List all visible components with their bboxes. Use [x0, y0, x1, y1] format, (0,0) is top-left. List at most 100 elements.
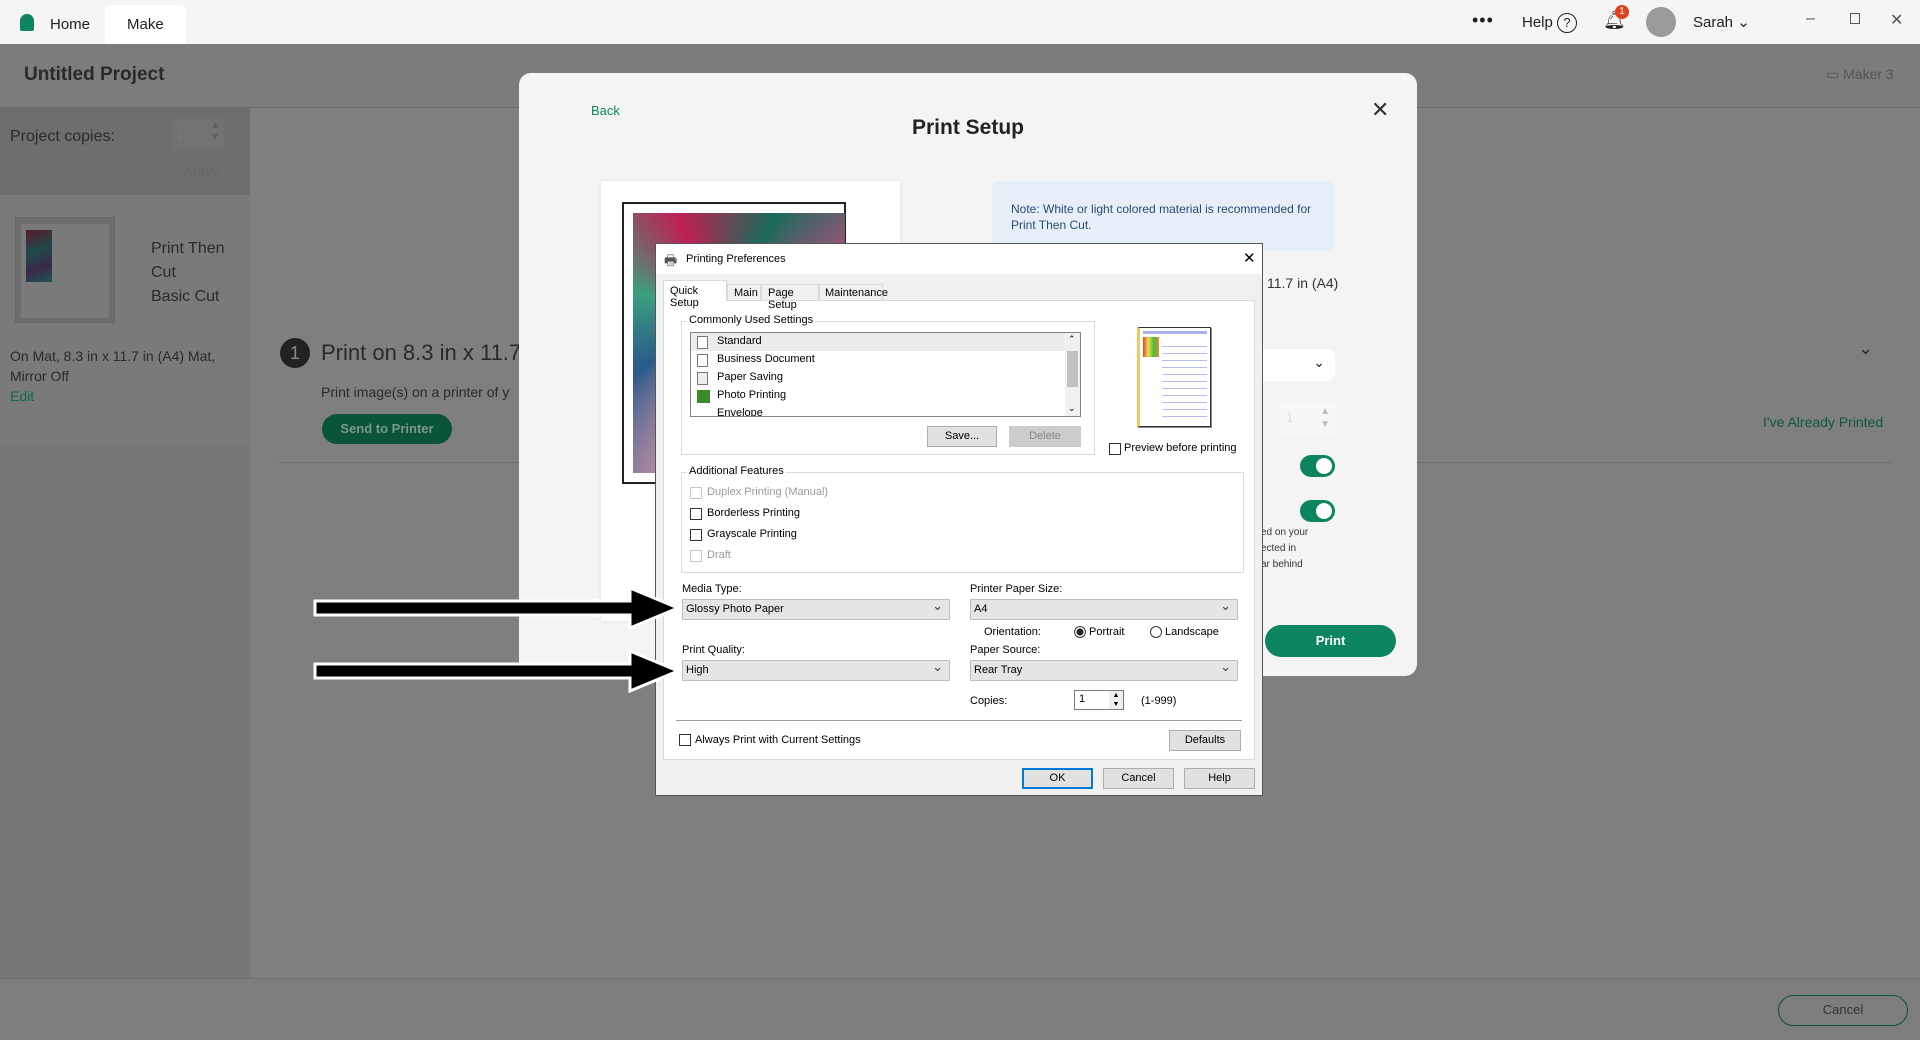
tab-page-setup[interactable]: Page Setup: [761, 284, 819, 311]
description-line: ed on your: [1261, 527, 1309, 538]
grayscale-checkbox[interactable]: [690, 529, 702, 541]
copies-stepper[interactable]: 1 ▲ ▼: [172, 118, 224, 150]
modal-title: Print Setup: [911, 116, 1024, 139]
mat-info-line: Mirror Off: [10, 368, 69, 384]
list-item[interactable]: Photo Printing: [691, 387, 1080, 405]
copies-value: 1: [1079, 693, 1086, 705]
always-print-checkbox[interactable]: [679, 734, 691, 746]
paper-saving-icon: [697, 372, 708, 385]
minimize-icon[interactable]: –: [1806, 10, 1815, 28]
description-line: ected in: [1261, 543, 1297, 554]
paper-size-select[interactable]: A4: [970, 596, 1238, 620]
machine-name: Maker 3: [1843, 66, 1894, 82]
copies-stepper[interactable]: 1 ▲ ▼: [1280, 402, 1335, 435]
copies-input[interactable]: 1 ▲ ▼: [1074, 690, 1124, 710]
scrollbar-thumb[interactable]: [1067, 351, 1078, 387]
separator: [676, 720, 1242, 721]
feature-label: Duplex Printing (Manual): [707, 486, 829, 498]
send-to-printer-button[interactable]: Send to Printer: [322, 414, 452, 444]
help-link[interactable]: Help ?: [1522, 13, 1578, 33]
tab-home[interactable]: Home: [28, 5, 112, 44]
save-button[interactable]: Save...: [927, 426, 997, 447]
print-quality-label: Print Quality:: [682, 644, 745, 656]
note-box: Note: White or light colored material is…: [992, 181, 1335, 251]
toggle-description: ed on your ected in ar behind: [1261, 525, 1308, 573]
mat-thumbnail[interactable]: [15, 217, 115, 323]
apply-button[interactable]: Apply: [184, 163, 219, 179]
mat-info: On Mat, 8.3 in x 11.7 in (A4) Mat, Mirro…: [10, 346, 215, 406]
project-copies-box: Project copies: 1 ▲ ▼ Apply: [0, 108, 250, 195]
notification-badge: 1: [1615, 5, 1629, 19]
help-button[interactable]: Help: [1184, 768, 1255, 789]
orientation-label: Orientation:: [984, 626, 1041, 638]
list-item[interactable]: Business Document: [691, 351, 1080, 369]
additional-features-group: Additional Features Duplex Printing (Man…: [681, 465, 1244, 573]
help-label: Help: [1522, 14, 1553, 31]
more-icon[interactable]: •••: [1472, 10, 1494, 31]
mat-size-text: 11.7 in (A4): [1267, 275, 1339, 291]
preview-label: Preview before printing: [1124, 442, 1237, 454]
tab-make[interactable]: Make: [105, 5, 186, 44]
portrait-radio[interactable]: [1074, 626, 1086, 638]
restore-icon[interactable]: [1850, 13, 1860, 24]
group-label: Additional Features: [687, 465, 786, 477]
copies-spin-icon[interactable]: ▲ ▼: [1109, 691, 1123, 709]
preview-checkbox[interactable]: [1109, 443, 1121, 455]
toggle-2[interactable]: [1300, 500, 1335, 522]
draft-checkbox[interactable]: [690, 550, 702, 562]
mat-info-line: On Mat, 8.3 in x 11.7 in (A4) Mat,: [10, 348, 216, 364]
list-item[interactable]: Envelope: [691, 405, 1080, 416]
defaults-button[interactable]: Defaults: [1169, 730, 1241, 751]
user-name: Sarah: [1693, 14, 1734, 31]
arrow-icon: [313, 585, 682, 631]
dialog-title: Printing Preferences: [686, 253, 786, 265]
arrow-icon: [313, 648, 682, 694]
close-icon[interactable]: ✕: [1243, 249, 1256, 267]
paper-source-select[interactable]: Rear Tray: [970, 657, 1238, 681]
settings-listbox[interactable]: Standard Business Document Paper Saving …: [690, 332, 1081, 417]
borderless-checkbox[interactable]: [690, 508, 702, 520]
dialog-title-bar: 🖶︎ Printing Preferences ✕: [656, 244, 1262, 274]
tab-quick-setup[interactable]: Quick Setup: [663, 280, 727, 309]
close-icon[interactable]: ✕: [1371, 97, 1389, 123]
tab-maintenance[interactable]: Maintenance: [819, 284, 888, 301]
toggle-1[interactable]: [1300, 455, 1335, 477]
already-printed-link[interactable]: I've Already Printed: [1763, 414, 1883, 430]
edit-link[interactable]: Edit: [10, 386, 215, 406]
chevron-down-icon: ⌄: [1313, 354, 1325, 370]
printer-icon: 🖶︎: [664, 252, 678, 268]
scrollbar[interactable]: ⌃ ⌄: [1065, 333, 1080, 416]
step-subtitle: Print image(s) on a printer of y: [321, 384, 510, 400]
close-window-icon[interactable]: ✕: [1890, 10, 1903, 30]
preview-page-icon: [1137, 327, 1211, 427]
duplex-checkbox[interactable]: [690, 487, 702, 499]
user-menu[interactable]: Sarah ⌄: [1693, 13, 1750, 31]
ok-button[interactable]: OK: [1022, 768, 1093, 789]
print-button[interactable]: Print: [1265, 625, 1396, 657]
cancel-button[interactable]: Cancel: [1778, 995, 1908, 1026]
help-icon: ?: [1557, 13, 1578, 33]
project-title: Untitled Project: [24, 64, 165, 85]
feature-label: Borderless Printing: [707, 507, 800, 519]
print-quality-select[interactable]: High: [682, 657, 950, 681]
scroll-up-icon[interactable]: ⌃: [1068, 334, 1076, 345]
copies-value: 1: [1286, 410, 1294, 425]
copies-label: Copies:: [970, 695, 1008, 707]
chevron-down-icon[interactable]: ⌄: [1858, 338, 1873, 359]
media-type-select[interactable]: Glossy Photo Paper: [682, 596, 950, 620]
machine-selector[interactable]: ▭ Maker 3: [1826, 66, 1894, 83]
mat-label-line: Print Then: [151, 240, 225, 257]
list-item[interactable]: Paper Saving: [691, 369, 1080, 387]
landscape-radio[interactable]: [1150, 626, 1162, 638]
standard-icon: [697, 336, 708, 349]
list-item[interactable]: Standard: [691, 333, 1066, 351]
tab-main[interactable]: Main: [727, 284, 761, 301]
landscape-label: Landscape: [1165, 626, 1219, 638]
mat-label-line: Basic Cut: [151, 288, 220, 305]
feature-label: Draft: [707, 549, 731, 561]
cancel-button[interactable]: Cancel: [1103, 768, 1174, 789]
avatar[interactable]: [1646, 7, 1676, 37]
scroll-down-icon[interactable]: ⌄: [1068, 403, 1076, 414]
delete-button[interactable]: Delete: [1009, 426, 1081, 447]
photo-icon: [697, 390, 710, 403]
